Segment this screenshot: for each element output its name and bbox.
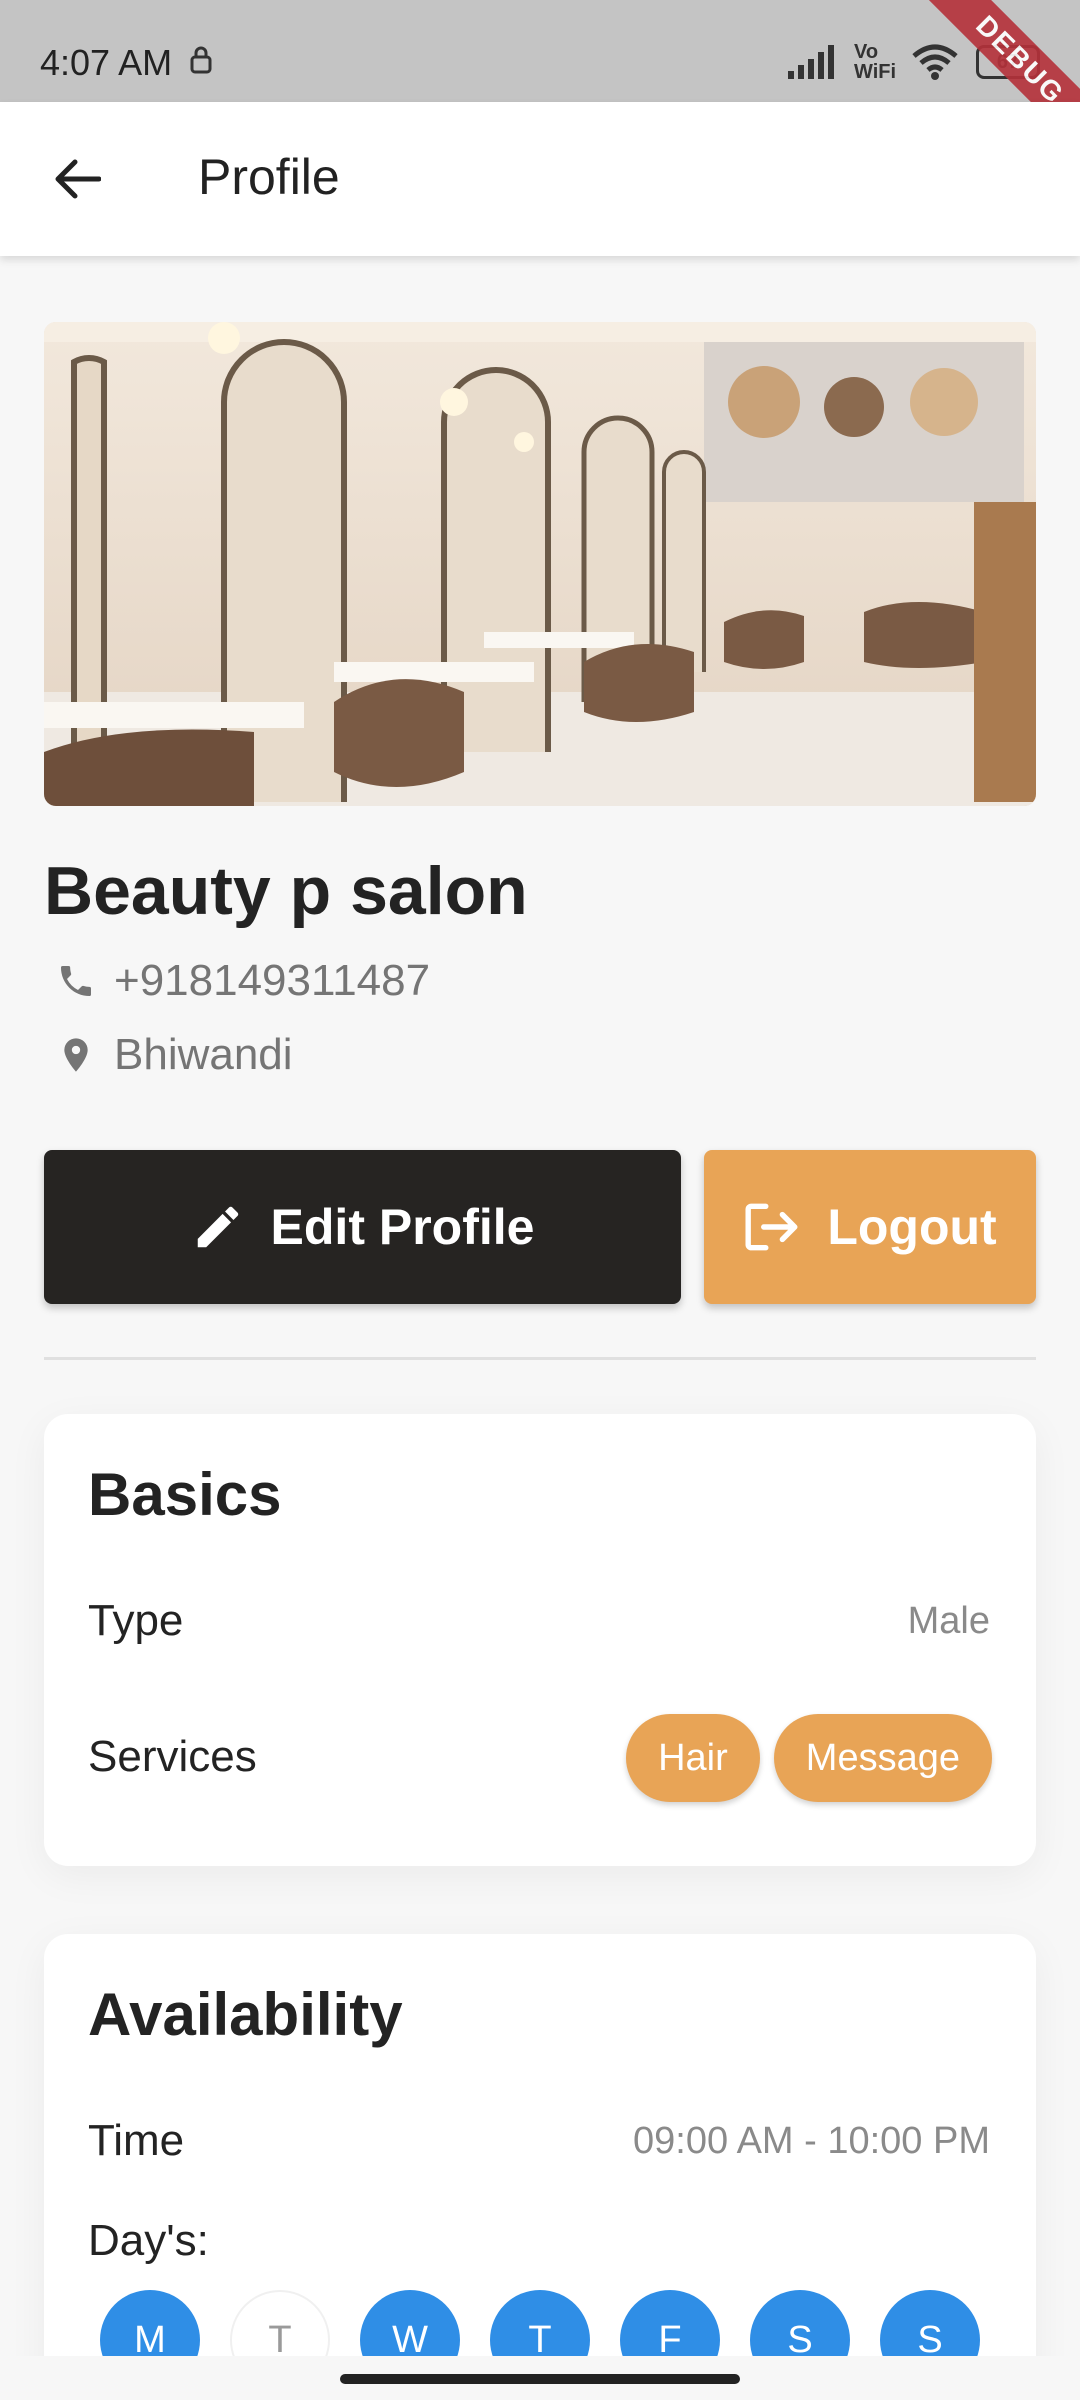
availability-card: Availability Time 09:00 AM - 10:00 PM Da…: [44, 1934, 1036, 2400]
service-chip[interactable]: Message: [773, 1714, 992, 1802]
status-bar: 4:07 AM Vo WiFi 67 DEBUG: [0, 0, 1080, 168]
basics-title: Basics: [88, 1461, 282, 1528]
logout-button[interactable]: Logout: [704, 1150, 1036, 1304]
edit-profile-button[interactable]: Edit Profile: [44, 1150, 681, 1304]
edit-profile-label: Edit Profile: [270, 1199, 535, 1255]
system-nav-bar: [0, 2356, 1080, 2400]
signal-icon: [788, 45, 834, 79]
location-pin-icon: [64, 1038, 88, 1072]
type-value: Male: [907, 1600, 990, 1642]
vowifi-label: Vo WiFi: [854, 41, 897, 83]
days-label: Day's:: [88, 2216, 209, 2265]
status-time: 4:07 AM: [40, 42, 173, 83]
type-label: Type: [88, 1596, 184, 1645]
salon-name: Beauty p salon: [44, 853, 528, 929]
home-indicator[interactable]: [340, 2374, 740, 2384]
location-text: Bhiwandi: [114, 1030, 293, 1079]
phone-row[interactable]: +918149311487: [56, 956, 430, 1006]
time-label: Time: [88, 2116, 185, 2165]
salon-photo: [44, 322, 1036, 806]
availability-title: Availability: [88, 1981, 403, 2048]
basics-card: Basics Type Male Services Hair Message: [44, 1414, 1036, 1866]
services-label: Services: [88, 1732, 257, 1781]
logout-label: Logout: [827, 1199, 997, 1255]
phone-icon: [61, 966, 91, 996]
pencil-icon: [197, 1206, 238, 1248]
service-chip[interactable]: Hair: [626, 1714, 760, 1802]
arrow-left-icon: [55, 159, 101, 199]
app-bar: Profile: [0, 102, 1080, 256]
wifi-icon: [912, 44, 958, 80]
time-value: 09:00 AM - 10:00 PM: [633, 2120, 990, 2162]
back-button[interactable]: [44, 146, 110, 212]
page-title: Profile: [198, 149, 340, 205]
location-row: Bhiwandi: [56, 1030, 293, 1080]
services-chips: Hair Message: [626, 1714, 992, 1802]
divider: [44, 1357, 1036, 1360]
lock-icon: [190, 46, 212, 74]
logout-icon: [745, 1203, 798, 1251]
phone-number: +918149311487: [114, 956, 431, 1005]
